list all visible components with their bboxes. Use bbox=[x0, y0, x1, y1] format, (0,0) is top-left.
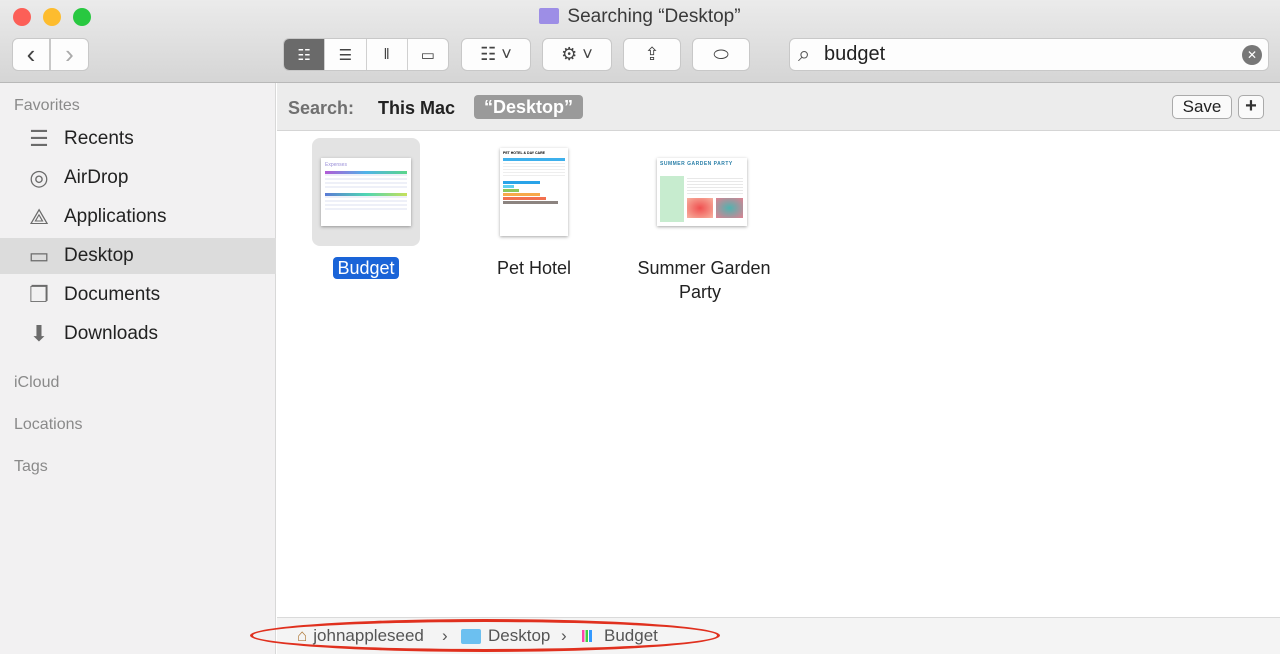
sidebar-item-label: Recents bbox=[64, 128, 134, 149]
sidebar-item-airdrop[interactable]: ◎ AirDrop bbox=[0, 160, 276, 196]
file-thumbnail: SUMMER GARDEN PARTY bbox=[648, 138, 756, 246]
sidebar-item-desktop[interactable]: ▭ Desktop bbox=[0, 238, 276, 274]
annotation-ellipse bbox=[250, 619, 720, 652]
sidebar-section-locations[interactable]: Locations bbox=[14, 416, 83, 434]
file-item-summer-garden-party[interactable]: SUMMER GARDEN PARTY Summer Garden Party bbox=[617, 138, 787, 304]
sidebar-section-icloud[interactable]: iCloud bbox=[14, 374, 59, 392]
sidebar-item-label: Applications bbox=[64, 206, 167, 227]
documents-icon: ❐ bbox=[29, 282, 49, 307]
sidebar-item-label: Downloads bbox=[64, 323, 158, 344]
search-input[interactable] bbox=[824, 43, 1224, 66]
file-name[interactable]: Pet Hotel bbox=[493, 257, 575, 279]
action-gear-button[interactable]: ⚙ ˅ bbox=[542, 38, 612, 71]
window-title: Searching “Desktop” bbox=[0, 6, 1280, 28]
search-field[interactable]: ⌕ ✕ bbox=[789, 38, 1269, 71]
garden-party-thumbnail-page: SUMMER GARDEN PARTY bbox=[657, 158, 747, 226]
file-item-budget[interactable]: Expenses Budget bbox=[281, 138, 451, 280]
recents-icon: ☰ bbox=[29, 126, 49, 151]
file-name[interactable]: Budget bbox=[333, 257, 399, 279]
downloads-icon: ⬇ bbox=[29, 321, 49, 346]
add-criteria-button[interactable]: + bbox=[1238, 95, 1264, 119]
tag-button[interactable]: ⬭ bbox=[692, 38, 750, 71]
sidebar-item-applications[interactable]: ⟁ Applications bbox=[0, 199, 276, 235]
title-bar: Searching “Desktop” ‹ › ☷ ☰ ‖ ▭ ☷ ˅ ⚙ ˅ … bbox=[0, 0, 1280, 83]
gallery-view-button[interactable]: ▭ bbox=[408, 39, 448, 70]
share-button[interactable]: ⇪ bbox=[623, 38, 681, 71]
desktop-icon: ▭ bbox=[28, 243, 50, 268]
sidebar: Favorites ☰ Recents ◎ AirDrop ⟁ Application… bbox=[0, 83, 276, 654]
sidebar-item-label: AirDrop bbox=[64, 167, 129, 188]
scope-this-mac[interactable]: This Mac bbox=[378, 98, 455, 119]
save-search-button[interactable]: Save bbox=[1172, 95, 1232, 119]
window-title-text: Searching “Desktop” bbox=[567, 6, 741, 27]
sidebar-item-recents[interactable]: ☰ Recents bbox=[0, 121, 276, 157]
list-view-button[interactable]: ☰ bbox=[325, 39, 367, 70]
column-view-button[interactable]: ‖ bbox=[367, 39, 408, 70]
sidebar-item-documents[interactable]: ❐ Documents bbox=[0, 277, 276, 313]
thumb-title: PET HOTEL & DAY CARE bbox=[503, 151, 545, 155]
group-button[interactable]: ☷ ˅ bbox=[461, 38, 531, 71]
file-thumbnail: Expenses bbox=[312, 138, 420, 246]
scope-desktop[interactable]: “Desktop” bbox=[474, 95, 584, 119]
sidebar-item-downloads[interactable]: ⬇ Downloads bbox=[0, 316, 276, 352]
sidebar-section-favorites: Favorites bbox=[14, 97, 80, 114]
file-item-pet-hotel[interactable]: PET HOTEL & DAY CARE Pet Hotel bbox=[449, 138, 619, 280]
forward-button[interactable]: › bbox=[50, 38, 89, 71]
search-scope-label: Search: bbox=[288, 98, 355, 118]
budget-thumbnail-page: Expenses bbox=[321, 158, 411, 226]
sidebar-item-label: Desktop bbox=[64, 245, 134, 266]
search-scope-bar: Search: This Mac “Desktop” Save + bbox=[277, 83, 1280, 131]
pet-hotel-thumbnail-page: PET HOTEL & DAY CARE bbox=[500, 148, 568, 236]
sidebar-section-tags[interactable]: Tags bbox=[14, 458, 48, 476]
search-icon: ⌕ bbox=[798, 41, 811, 66]
applications-icon: ⟁ bbox=[29, 204, 49, 229]
airdrop-icon: ◎ bbox=[29, 165, 49, 190]
thumb-title: Expenses bbox=[325, 162, 347, 168]
file-name[interactable]: Summer Garden Party bbox=[633, 257, 770, 303]
clear-search-icon[interactable]: ✕ bbox=[1242, 45, 1262, 65]
smart-folder-icon bbox=[539, 8, 560, 24]
icon-view-button[interactable]: ☷ bbox=[284, 39, 326, 70]
thumb-title: SUMMER GARDEN PARTY bbox=[660, 161, 733, 167]
back-button[interactable]: ‹ bbox=[12, 38, 50, 71]
view-switcher: ☷ ☰ ‖ ▭ bbox=[283, 38, 449, 71]
file-thumbnail: PET HOTEL & DAY CARE bbox=[480, 138, 588, 246]
sidebar-item-label: Documents bbox=[64, 284, 161, 305]
